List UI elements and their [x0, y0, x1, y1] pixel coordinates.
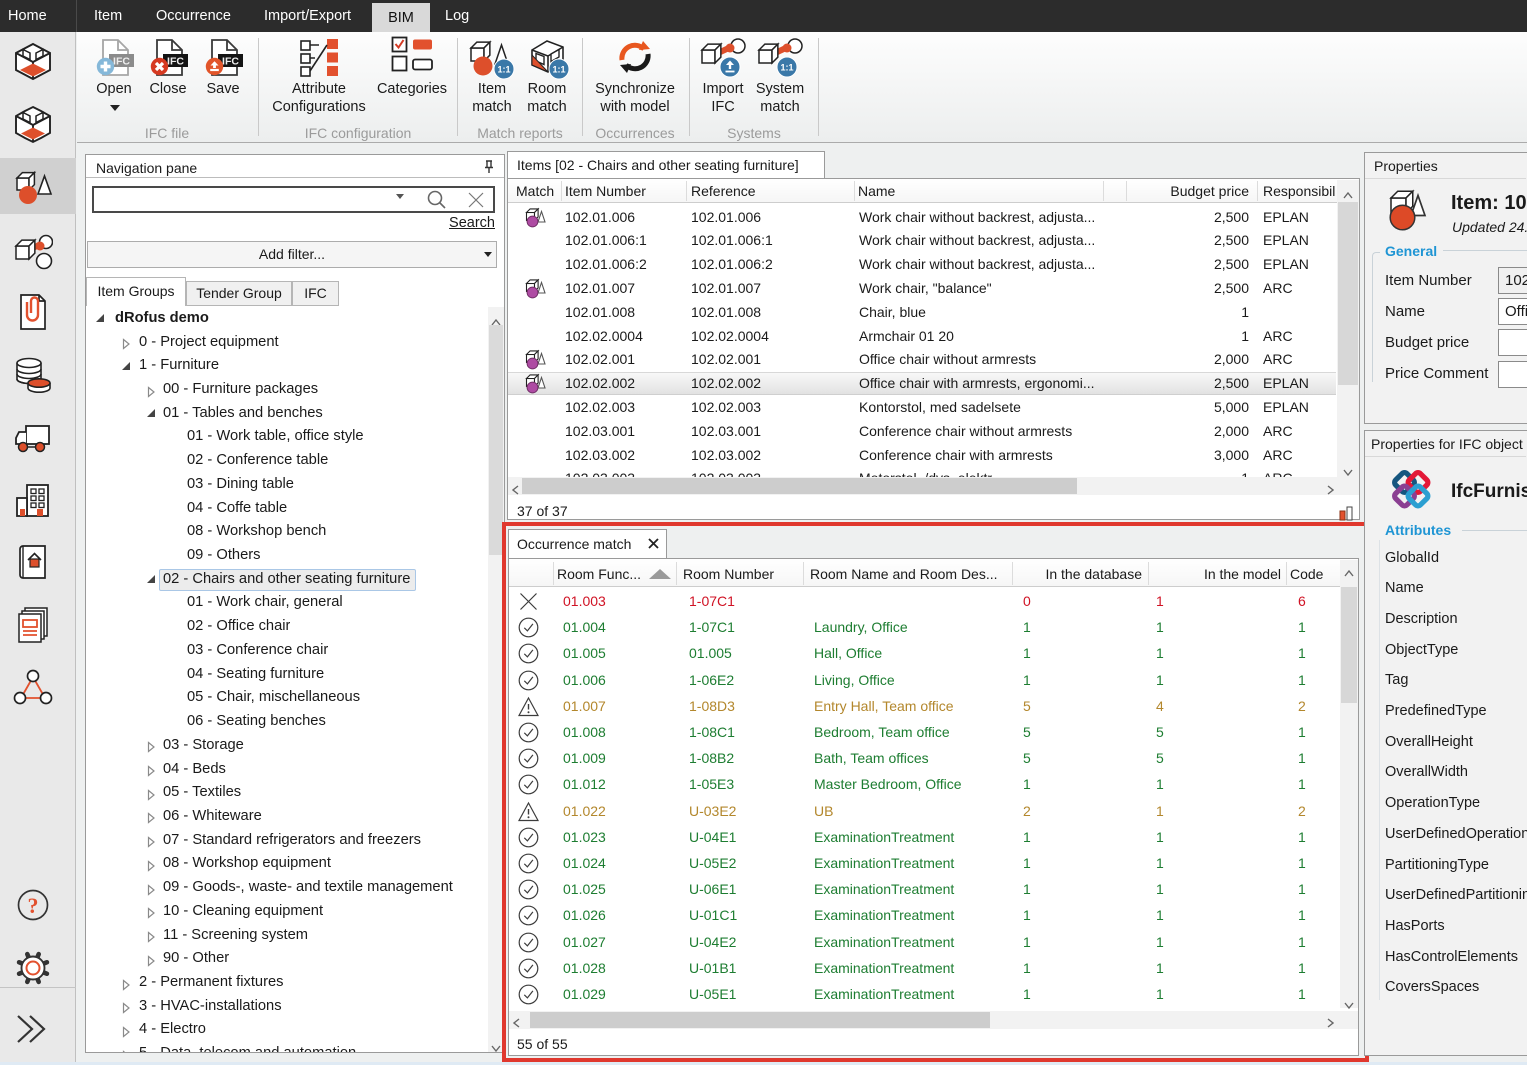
svg-text:1:1: 1:1: [552, 65, 565, 75]
svg-text:1:1: 1:1: [497, 65, 510, 75]
svg-text:?: ?: [28, 893, 39, 918]
svg-text:IFC: IFC: [113, 56, 130, 68]
svg-text:IFC: IFC: [222, 56, 239, 68]
svg-text:1:1: 1:1: [780, 63, 793, 73]
svg-text:IFC: IFC: [167, 56, 184, 68]
